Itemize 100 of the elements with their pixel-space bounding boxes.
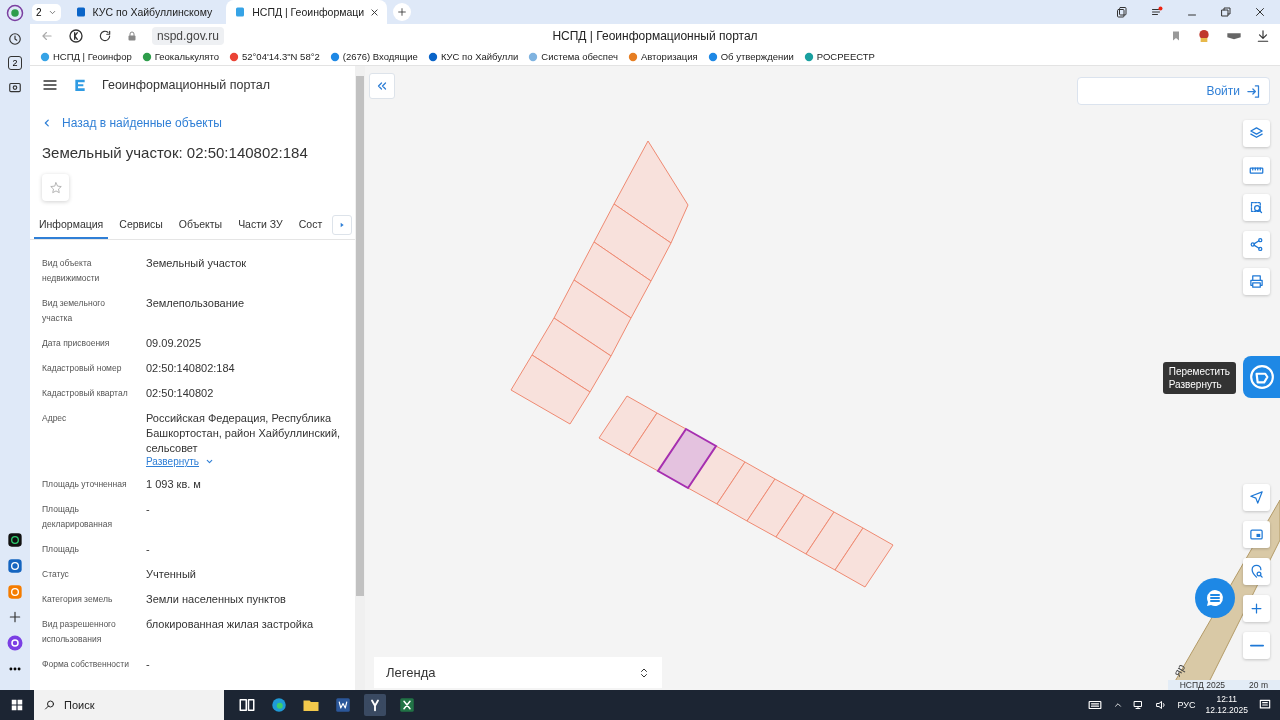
browser-icon[interactable] [270,696,288,714]
excel-icon[interactable] [398,696,416,714]
field-label: Вид объекта недвижимости [42,257,101,285]
chevron-down-icon [205,457,214,466]
chevron-left-icon [42,118,52,128]
bookmark[interactable]: 52°04'14.3"N 58°2 [229,51,320,62]
area-search-button[interactable] [1243,194,1270,221]
search-engine-icon[interactable] [68,28,84,44]
new-tab-button[interactable] [393,3,412,21]
back-link[interactable]: Назад в найденные объекты [42,116,355,130]
widget-handle-button[interactable] [1243,356,1280,398]
bookmark-favicon-icon [229,51,239,62]
clock-time[interactable]: 12:11 [1216,694,1238,705]
share-button[interactable] [1243,231,1270,258]
lock-icon [126,30,138,42]
bookmark[interactable]: КУС по Хайбулли [427,51,519,62]
tab[interactable]: Объекты [173,213,228,239]
area-select-icon [1249,200,1264,215]
word-icon[interactable] [334,696,352,714]
field-label: Кадастровый номер [42,362,123,375]
extension-icon[interactable] [1196,28,1212,44]
field-label: Категория земель [42,593,114,606]
keyboard-icon[interactable] [1087,698,1104,712]
chat-button[interactable] [1195,578,1235,618]
collapse-panel-button[interactable] [369,73,395,99]
selected-land-parcel[interactable] [656,427,718,490]
sort-chevrons-icon [638,666,650,679]
share-icon [1249,237,1264,252]
portal-name: Геоинформационный портал [102,78,271,92]
portal-logo-icon [72,77,88,93]
bookmark[interactable]: Об утверждении [707,51,794,62]
chevron-up-icon[interactable] [1113,700,1124,710]
layers-button[interactable] [1243,120,1270,147]
back-arrow-icon[interactable] [40,29,54,43]
location-search-button[interactable] [1243,558,1270,585]
bookmark[interactable]: (2676) Входящие [329,51,418,62]
zoom-in-button[interactable] [1243,595,1270,622]
speaker-icon[interactable] [1155,699,1168,711]
scrollbar-thumb[interactable] [356,76,364,596]
land-parcel[interactable] [628,412,687,472]
field-label: Площадь декларированная [42,503,113,531]
bookmark-favicon-icon [141,51,152,62]
clock-date[interactable]: 12.12.2025 [1205,705,1248,716]
language-indicator[interactable]: РУС [1177,700,1196,710]
layers-icon [1249,126,1264,141]
expand-link[interactable]: Развернуть [146,456,343,467]
menu-icon[interactable] [42,77,58,93]
field-value: 1 093 кв. м [146,477,202,492]
scale-label: 20 m [1249,680,1268,690]
bookmark[interactable]: Система обеспеч [528,51,618,62]
login-button[interactable]: Войти [1077,77,1270,105]
measure-button[interactable] [1243,157,1270,184]
navigation-arrow-icon [1249,490,1264,505]
document-icon [1248,364,1275,390]
land-parcel[interactable] [687,445,746,505]
bookmark-favicon-icon [427,51,438,62]
reload-icon[interactable] [98,29,112,43]
minimap-button[interactable] [1243,521,1270,548]
tab[interactable]: Сервисы [114,213,168,239]
plus-icon[interactable] [8,610,22,624]
bookmark-icon[interactable] [1170,30,1182,42]
close-icon[interactable] [370,7,380,17]
browser-tab[interactable]: КУС по Хайбуллинскому [66,0,221,24]
page-title: НСПД | Геоинформационный портал [552,29,758,43]
bookmark[interactable]: РОСРЕЕСТР [803,51,875,62]
browser-tab[interactable]: НСПД | Геоинформаци [226,0,388,24]
bookmark-favicon-icon [627,51,638,62]
pin-search-icon [1249,564,1264,579]
windows-start-icon[interactable] [10,698,24,712]
history-icon[interactable] [8,32,22,46]
bookmark-favicon-icon [803,51,814,62]
locate-button[interactable] [1243,484,1270,511]
tab-group-button[interactable]: 2 [32,3,61,21]
field-value: блокированная жилая застройка [146,617,315,632]
address-field[interactable]: nspd.gov.ru [152,27,224,45]
camera-icon[interactable] [8,80,22,94]
tab[interactable]: Части ЗУ [233,213,288,239]
download-icon[interactable] [1256,29,1270,43]
notifications-icon[interactable] [1258,698,1272,712]
tab[interactable]: Сост [293,213,328,239]
tab[interactable]: Информация [34,213,109,239]
bookmark[interactable]: Геокалькулято [141,51,219,62]
restore-icon[interactable] [1220,6,1232,18]
bookmark[interactable]: Авторизация [627,51,698,62]
bookmark-favicon-icon [329,51,340,62]
assistant-icon[interactable] [6,634,24,652]
task-view-icon[interactable] [238,696,256,714]
app-icon[interactable] [7,532,23,548]
close-icon[interactable] [1254,6,1266,18]
plus-icon [1249,601,1264,616]
printer-icon [1249,274,1264,289]
taskbar-search-field[interactable]: Поиск [34,690,224,720]
legend-button[interactable]: Легенда [374,657,662,688]
print-button[interactable] [1243,268,1270,295]
menu-icon[interactable] [1150,6,1164,18]
bookmark[interactable]: НСПД | Геоинфор [40,51,132,62]
tabs-icon[interactable] [1116,6,1128,18]
bookmark-favicon-icon [528,51,539,62]
field-value: Учтенный [146,567,197,582]
tab-counter-icon[interactable]: 2 [8,56,22,70]
